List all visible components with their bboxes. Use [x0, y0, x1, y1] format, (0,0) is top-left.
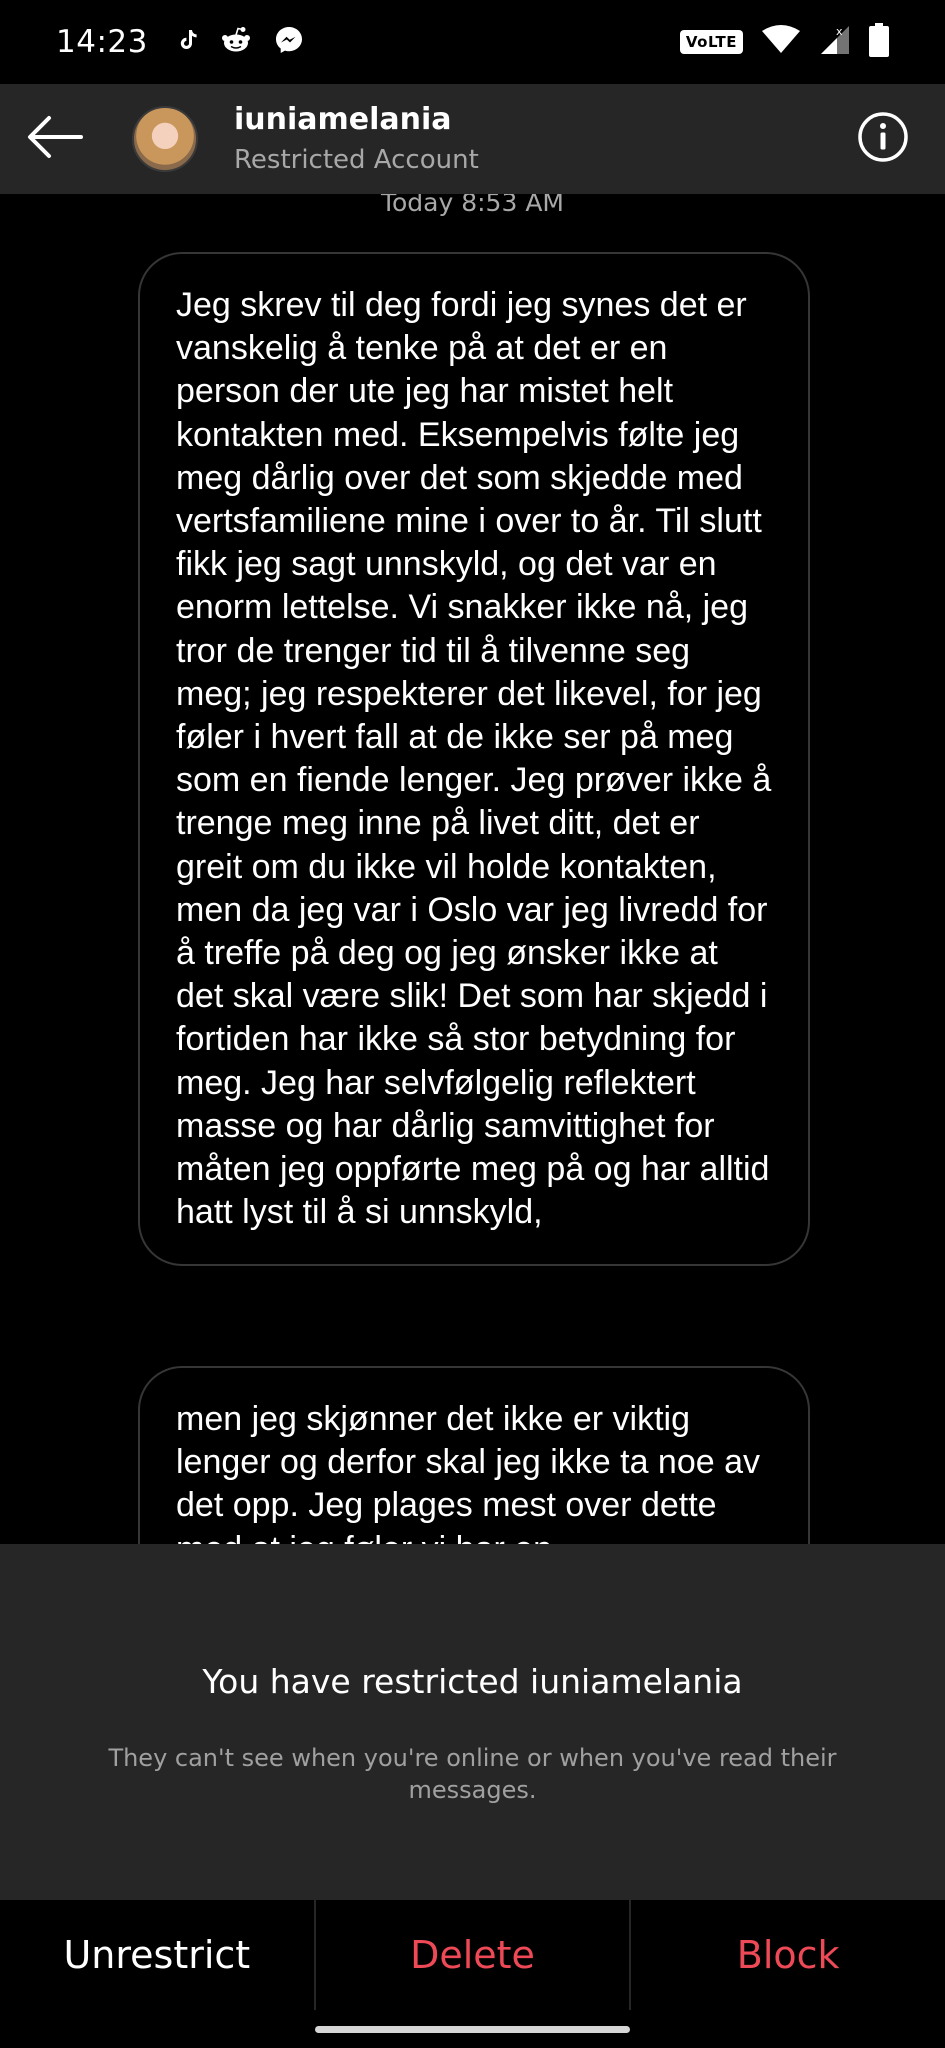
volte-badge: VoLTE	[679, 30, 743, 54]
tiktok-icon	[178, 28, 198, 56]
arrow-left-icon	[27, 115, 83, 163]
notification-icons	[178, 25, 304, 59]
action-bar: Unrestrict Delete Block	[0, 1900, 945, 2010]
username: iuniamelania	[234, 102, 452, 137]
chat-header: iuniamelania Restricted Account	[0, 84, 945, 194]
home-indicator[interactable]	[315, 2026, 630, 2033]
restricted-notice: You have restricted iuniamelania They ca…	[0, 1544, 945, 1900]
unrestrict-button[interactable]: Unrestrict	[0, 1900, 316, 2010]
account-status: Restricted Account	[234, 145, 479, 175]
avatar[interactable]	[132, 106, 198, 172]
message-bubble[interactable]: men jeg skjønner det ikke er viktig leng…	[138, 1366, 810, 1544]
message-thread[interactable]: Today 8:53 AM Jeg skrev til deg fordi je…	[0, 194, 945, 1544]
signal-icon: x	[819, 24, 851, 60]
svg-text:x: x	[836, 25, 843, 38]
block-button[interactable]: Block	[631, 1900, 945, 2010]
screen: 14:23 VoLTE x iuniamelania Restricted Ac…	[0, 0, 945, 2048]
info-icon	[856, 110, 910, 168]
message-bubble[interactable]: Jeg skrev til deg fordi jeg synes det er…	[138, 252, 810, 1267]
wifi-icon	[761, 25, 801, 59]
status-bar: 14:23 VoLTE x	[0, 0, 945, 84]
profile-title[interactable]: iuniamelania Restricted Account	[234, 100, 479, 178]
info-button[interactable]	[855, 111, 911, 167]
delete-button[interactable]: Delete	[316, 1900, 632, 2010]
message-timestamp: Today 8:53 AM	[380, 194, 564, 217]
messenger-icon	[274, 25, 304, 59]
battery-icon	[869, 23, 889, 61]
restricted-description: They can't see when you're online or whe…	[108, 1744, 837, 1804]
reddit-icon	[220, 26, 252, 58]
restricted-title: You have restricted iuniamelania	[202, 1662, 743, 1701]
back-button[interactable]	[0, 84, 110, 194]
status-time: 14:23	[56, 24, 148, 60]
system-status: VoLTE x	[679, 23, 889, 61]
